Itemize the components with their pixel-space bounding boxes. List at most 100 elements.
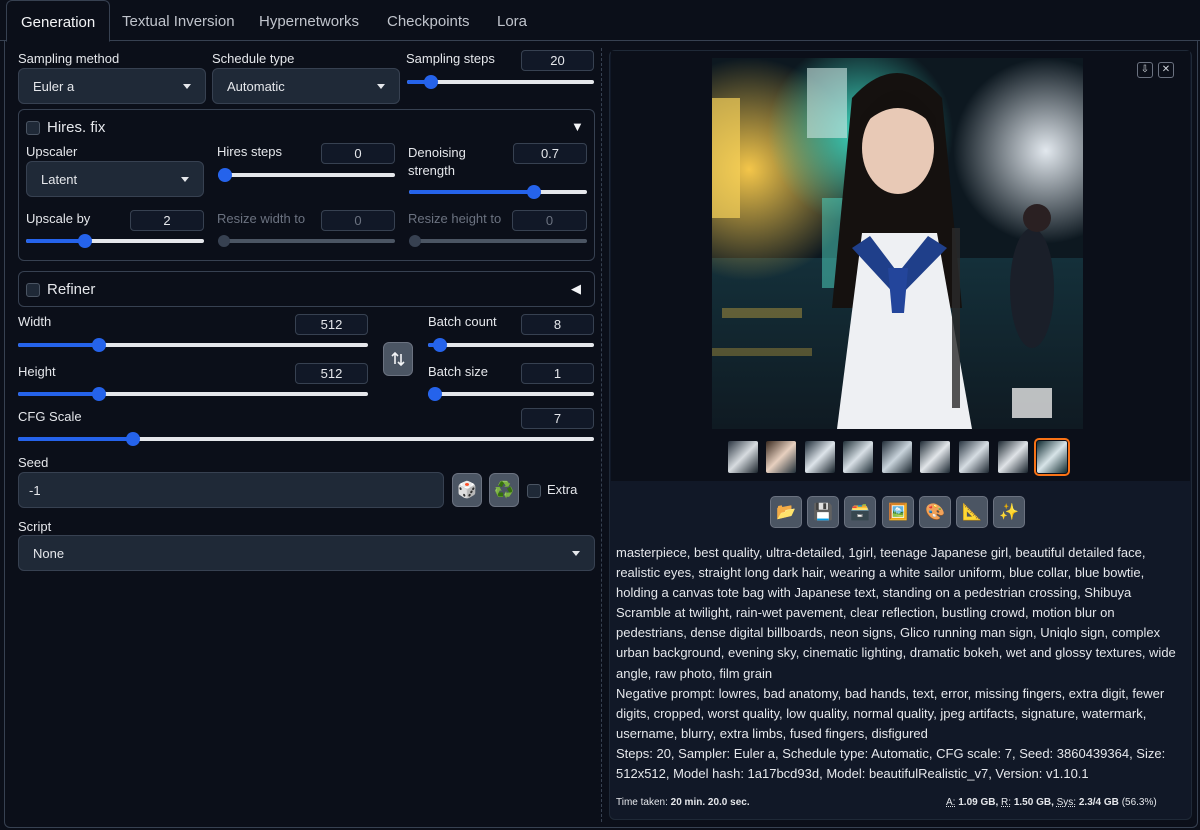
thumbnail-9-selected[interactable] bbox=[1034, 438, 1070, 476]
random-seed-button[interactable]: 🎲 bbox=[452, 473, 482, 507]
upscale-by-slider[interactable] bbox=[26, 234, 204, 248]
upscaler-dropdown[interactable]: Latent bbox=[26, 161, 204, 197]
sampling-steps-slider[interactable] bbox=[407, 75, 594, 89]
expand-triangle-icon[interactable]: ◀ bbox=[571, 281, 581, 297]
upscale-button[interactable]: ✨ bbox=[993, 496, 1025, 528]
generation-info: masterpiece, best quality, ultra-detaile… bbox=[616, 543, 1186, 784]
save-button[interactable]: 💾 bbox=[807, 496, 839, 528]
tab-lora[interactable]: Lora bbox=[483, 0, 541, 41]
seed-input[interactable]: -1 bbox=[18, 472, 444, 508]
batch-count-slider[interactable] bbox=[428, 338, 594, 352]
sys-percent: (56.3%) bbox=[1121, 797, 1157, 808]
archive-icon: 🗃️ bbox=[850, 504, 870, 521]
resize-height-label: Resize height to bbox=[408, 211, 502, 226]
hires-steps-input[interactable]: 0 bbox=[321, 143, 395, 164]
sys-label: Sys: bbox=[1056, 797, 1077, 808]
close-icon[interactable]: ✕ bbox=[1158, 62, 1174, 78]
download-icon[interactable]: ⇩ bbox=[1137, 62, 1153, 78]
batch-size-label: Batch size bbox=[428, 364, 488, 379]
tab-generation[interactable]: Generation bbox=[6, 0, 111, 42]
r-value: 1.50 GB, bbox=[1013, 797, 1054, 808]
swap-dimensions-button[interactable] bbox=[383, 342, 413, 376]
reuse-seed-button[interactable]: ♻️ bbox=[489, 473, 519, 507]
thumbnail-5[interactable] bbox=[882, 441, 912, 473]
batch-size-slider[interactable] bbox=[428, 387, 594, 401]
script-label: Script bbox=[18, 519, 52, 534]
sampling-steps-input[interactable]: 20 bbox=[521, 50, 594, 71]
denoising-strength-input[interactable]: 0.7 bbox=[513, 143, 587, 164]
dice-icon: 🎲 bbox=[457, 482, 477, 499]
thumbnail-3[interactable] bbox=[805, 441, 835, 473]
height-input[interactable]: 512 bbox=[295, 363, 368, 384]
resize-height-input: 0 bbox=[512, 210, 587, 231]
negative-prompt-text: Negative prompt: lowres, bad anatomy, ba… bbox=[616, 685, 1165, 741]
tab-textual-inversion[interactable]: Textual Inversion bbox=[108, 0, 249, 41]
width-input[interactable]: 512 bbox=[295, 314, 368, 335]
sys-value: 2.3/4 GB bbox=[1078, 797, 1119, 808]
hires-fix-title[interactable]: Hires. fix bbox=[47, 119, 105, 136]
script-dropdown[interactable]: None bbox=[18, 535, 595, 571]
upscale-by-input[interactable]: 2 bbox=[130, 210, 204, 231]
hires-steps-slider[interactable] bbox=[218, 168, 395, 182]
hires-fix-checkbox[interactable] bbox=[26, 121, 40, 135]
recycle-icon: ♻️ bbox=[494, 482, 514, 499]
triangle-ruler-icon: 📐 bbox=[962, 504, 982, 521]
refiner-title[interactable]: Refiner bbox=[47, 281, 95, 298]
resize-width-slider bbox=[218, 234, 395, 248]
thumbnail-4[interactable] bbox=[843, 441, 873, 473]
resize-width-label: Resize width to bbox=[217, 211, 306, 226]
zip-button[interactable]: 🗃️ bbox=[844, 496, 876, 528]
batch-count-input[interactable]: 8 bbox=[521, 314, 594, 335]
a-value: 1.09 GB, bbox=[958, 797, 999, 808]
generated-image[interactable] bbox=[712, 58, 1083, 429]
upscaler-value: Latent bbox=[41, 172, 78, 187]
time-taken: Time taken: 20 min. 20.0 sec. bbox=[616, 797, 750, 808]
sampling-method-value: Euler a bbox=[33, 79, 75, 94]
width-slider[interactable] bbox=[18, 338, 368, 352]
thumbnail-2[interactable] bbox=[766, 441, 796, 473]
thumbnail-7[interactable] bbox=[959, 441, 989, 473]
a-label: A: bbox=[946, 797, 956, 808]
panel-divider bbox=[601, 48, 602, 822]
sampling-method-dropdown[interactable]: Euler a bbox=[18, 68, 206, 104]
denoising-strength-label: Denoising strength bbox=[408, 145, 466, 178]
tab-checkpoints[interactable]: Checkpoints bbox=[373, 0, 484, 41]
send-to-inpaint-button[interactable]: 🎨 bbox=[919, 496, 951, 528]
refiner-checkbox[interactable] bbox=[26, 283, 40, 297]
send-to-img2img-button[interactable]: 🖼️ bbox=[882, 496, 914, 528]
parameters-text: Steps: 20, Sampler: Euler a, Schedule ty… bbox=[616, 745, 1166, 782]
height-slider[interactable] bbox=[18, 387, 368, 401]
thumbnail-8[interactable] bbox=[998, 441, 1028, 473]
sparkles-icon: ✨ bbox=[999, 504, 1019, 521]
image-icon: 🖼️ bbox=[888, 504, 908, 521]
folder-icon: 📂 bbox=[776, 504, 796, 521]
width-label: Width bbox=[18, 314, 52, 329]
batch-count-label: Batch count bbox=[428, 314, 497, 329]
script-value: None bbox=[33, 546, 65, 561]
resize-height-slider bbox=[409, 234, 587, 248]
schedule-type-label: Schedule type bbox=[212, 51, 295, 66]
upscaler-label: Upscaler bbox=[26, 144, 78, 159]
batch-size-input[interactable]: 1 bbox=[521, 363, 594, 384]
sampling-method-label: Sampling method bbox=[18, 51, 120, 66]
chevron-down-icon bbox=[572, 551, 580, 556]
cfg-scale-slider[interactable] bbox=[18, 432, 594, 446]
extra-seed-label[interactable]: Extra bbox=[547, 482, 577, 497]
send-to-extras-button[interactable]: 📐 bbox=[956, 496, 988, 528]
r-label: R: bbox=[1001, 797, 1012, 808]
denoising-strength-slider[interactable] bbox=[409, 185, 587, 199]
schedule-type-value: Automatic bbox=[227, 79, 285, 94]
thumbnail-1[interactable] bbox=[728, 441, 758, 473]
tab-hypernetworks[interactable]: Hypernetworks bbox=[245, 0, 373, 41]
resize-width-input: 0 bbox=[321, 210, 395, 231]
collapse-triangle-icon[interactable]: ▼ bbox=[571, 119, 584, 134]
chevron-down-icon bbox=[181, 177, 189, 182]
upscale-by-label: Upscale by bbox=[26, 211, 91, 226]
open-folder-button[interactable]: 📂 bbox=[770, 496, 802, 528]
palette-icon: 🎨 bbox=[925, 504, 945, 521]
cfg-scale-input[interactable]: 7 bbox=[521, 408, 594, 429]
schedule-type-dropdown[interactable]: Automatic bbox=[212, 68, 400, 104]
extra-seed-checkbox[interactable] bbox=[527, 484, 541, 498]
thumbnail-6[interactable] bbox=[920, 441, 950, 473]
cfg-scale-label: CFG Scale bbox=[18, 409, 82, 424]
